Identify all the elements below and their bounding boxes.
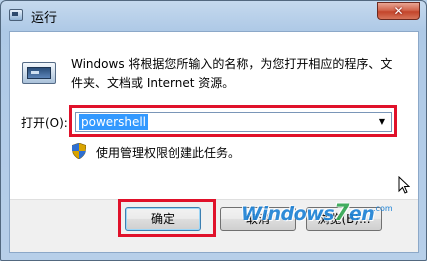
uac-shield-icon bbox=[72, 143, 86, 159]
run-dialog-window: 运行 ✕ Windows 将根据您所输入的名称，为您打开相应的程序、文件夹、文档… bbox=[0, 0, 427, 261]
watermark-text-b: en bbox=[348, 203, 375, 225]
input-highlight-box bbox=[69, 105, 397, 137]
admin-note: 使用管理权限创建此任务。 bbox=[96, 146, 241, 160]
dialog-description: Windows 将根据您所输入的名称，为您打开相应的程序、文件夹、文档或 Int… bbox=[71, 57, 393, 90]
watermark-domain: .com bbox=[373, 204, 393, 213]
ok-highlight-box bbox=[118, 199, 216, 237]
watermark-text-a: Windows bbox=[241, 203, 335, 225]
watermark-logo: Windows7en bbox=[241, 201, 375, 226]
window-title: 运行 bbox=[31, 11, 58, 26]
watermark-seven: 7 bbox=[334, 201, 349, 226]
close-button[interactable]: ✕ bbox=[377, 2, 420, 20]
mouse-cursor-icon bbox=[398, 176, 410, 194]
title-bar[interactable]: 运行 ✕ bbox=[1, 1, 426, 31]
open-label: 打开(O): bbox=[21, 116, 68, 130]
run-app-icon bbox=[9, 9, 23, 21]
run-program-icon bbox=[22, 62, 56, 84]
